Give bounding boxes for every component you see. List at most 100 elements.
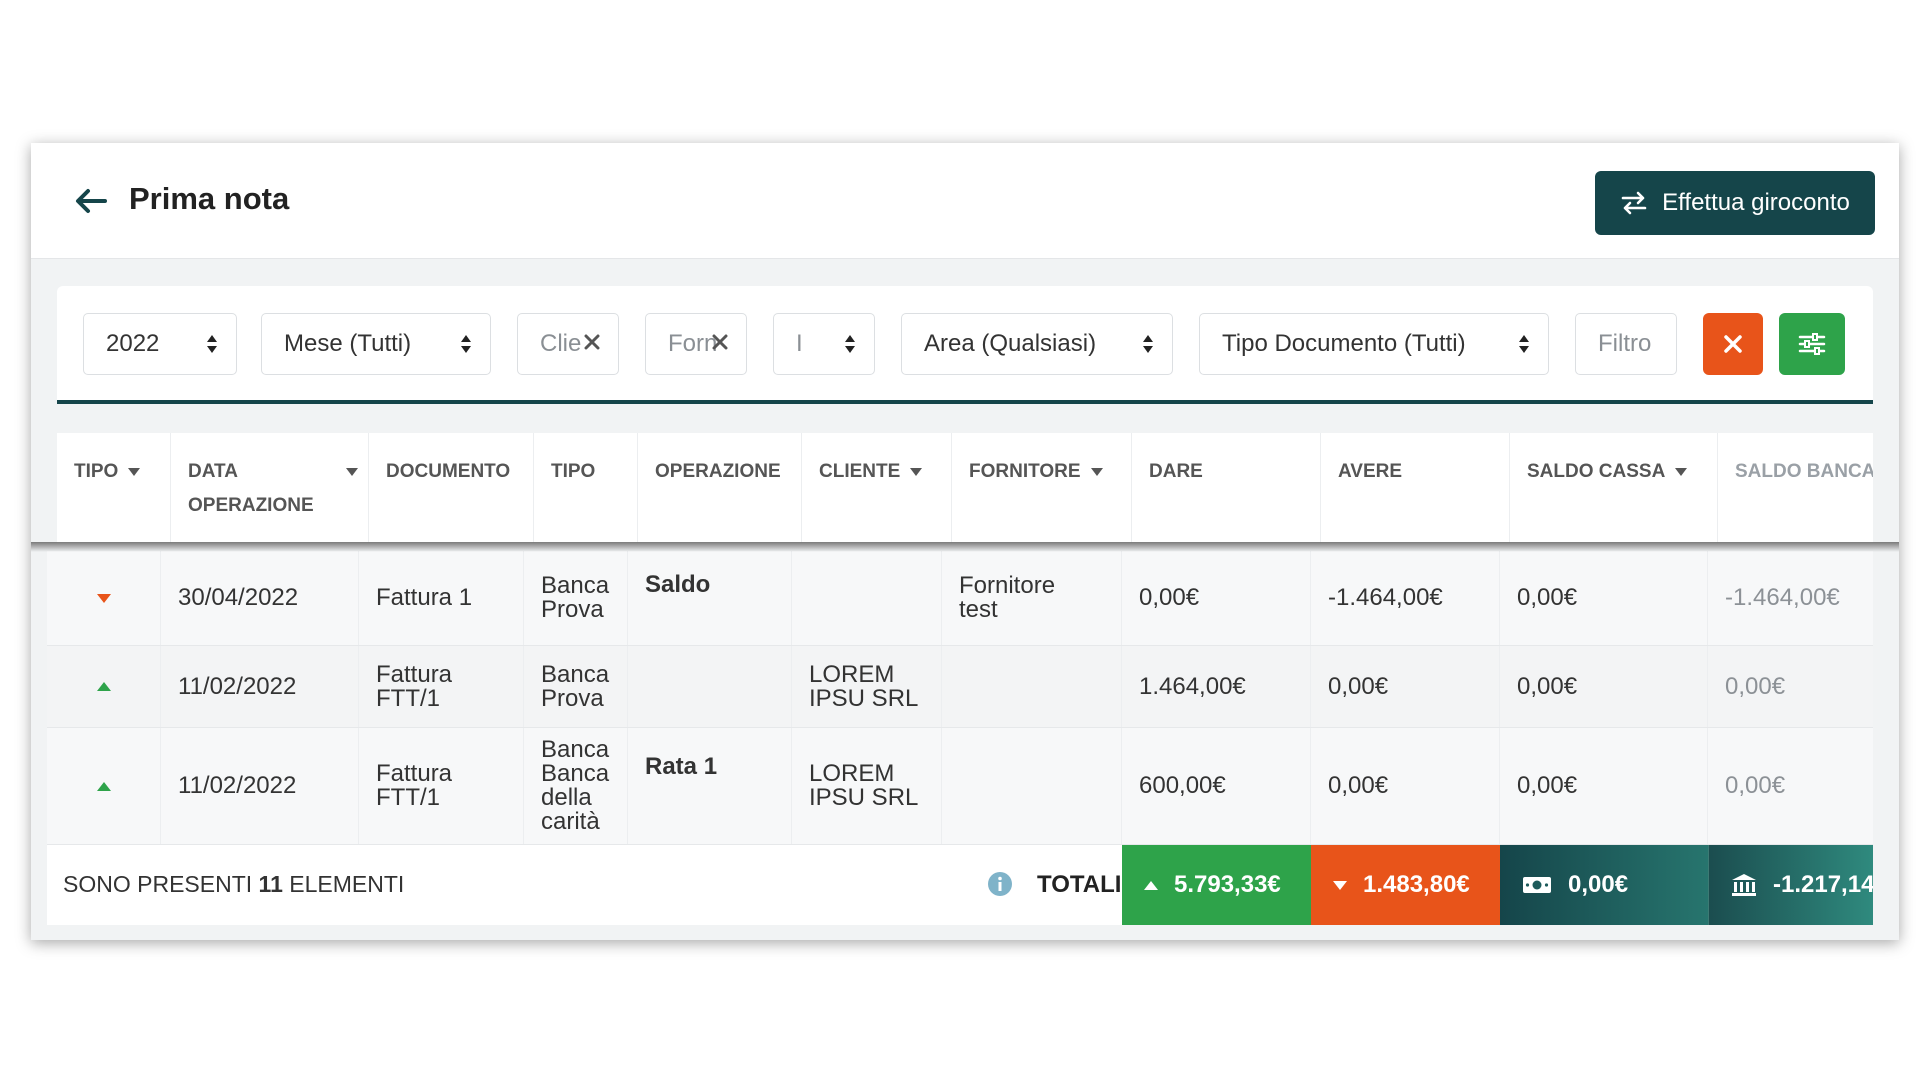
- column-label: OPERAZIONE: [655, 461, 781, 482]
- saldo-cassa-cell: 0,00€: [1500, 646, 1708, 727]
- caret-down-icon: [128, 467, 141, 476]
- caret-up-icon: [96, 781, 111, 791]
- col-operazione: OPERAZIONE: [638, 433, 802, 543]
- documento-line: Fattura: [376, 660, 453, 688]
- fornitore-line: Fornitore: [959, 572, 1056, 599]
- area-value: Area (Qualsiasi): [924, 330, 1097, 357]
- tipo-line: Banca: [541, 760, 610, 787]
- cliente-line: LOREM: [809, 660, 895, 688]
- saldo-cassa-cell: 0,00€: [1500, 551, 1708, 645]
- caret-up-icon: [1144, 880, 1158, 890]
- cash-icon: [1523, 877, 1551, 893]
- caret-down-icon: [1675, 467, 1688, 476]
- avere-cell: 0,00€: [1311, 728, 1500, 844]
- documento-line: Fattura: [376, 760, 453, 787]
- clear-filters-button[interactable]: [1703, 313, 1763, 375]
- total-dare: 5.793,33€: [1122, 845, 1311, 925]
- operazione-cell: Saldo: [628, 551, 792, 645]
- column-label-sub: OPERAZIONE: [188, 495, 314, 516]
- prima-nota-card: Prima nota Effettua giroconto 2022 Mese …: [31, 143, 1899, 940]
- tipo-line: Prova: [541, 596, 604, 623]
- avere-cell: -1.464,00€: [1311, 551, 1500, 645]
- avere-cell: 0,00€: [1311, 646, 1500, 727]
- saldo-cassa-cell: 0,00€: [1500, 728, 1708, 844]
- cliente-cell: LOREM IPSU SRL: [792, 646, 942, 727]
- clear-icon[interactable]: [584, 334, 600, 350]
- top-bar: Prima nota Effettua giroconto: [31, 143, 1899, 259]
- cliente-line: IPSU SRL: [809, 784, 919, 811]
- tipo-cell: Banca Prova: [524, 551, 628, 645]
- cliente-line: LOREM: [809, 760, 895, 787]
- tipo-line: Banca: [541, 736, 610, 763]
- tipo-documento-value: Tipo Documento (Tutti): [1222, 330, 1466, 357]
- tipo-documento-select[interactable]: Tipo Documento (Tutti): [1199, 313, 1549, 375]
- saldo-banca-cell: 0,00€: [1725, 772, 1786, 799]
- month-select[interactable]: Mese (Tutti): [261, 313, 491, 375]
- direction-cell: [47, 646, 161, 727]
- total-avere-value: 1.483,80€: [1363, 871, 1470, 898]
- page-title: Prima nota: [129, 181, 290, 216]
- direction-cell: [47, 551, 161, 645]
- info-icon[interactable]: [987, 871, 1013, 897]
- fornitore-filter-input[interactable]: Forn: [645, 313, 747, 375]
- tipo-line: Prova: [541, 684, 604, 712]
- column-label: CLIENTE: [819, 461, 901, 482]
- table-row[interactable]: 30/04/2022 Fattura 1 Banca Prova Saldo Fo…: [47, 551, 1873, 646]
- clear-icon[interactable]: [712, 334, 728, 350]
- cliente-filter-input[interactable]: Clie: [517, 313, 619, 375]
- total-cassa: 0,00€: [1500, 845, 1708, 925]
- sort-arrows-icon: [1519, 335, 1529, 353]
- month-value: Mese (Tutti): [284, 330, 412, 357]
- fornitore-cell: [942, 728, 1122, 844]
- year-select[interactable]: 2022: [83, 313, 237, 375]
- tipo-line: carità: [541, 808, 600, 835]
- tipo-cell: Banca Banca della carità: [524, 728, 628, 844]
- arrow-left-icon[interactable]: [73, 186, 107, 216]
- total-avere: 1.483,80€: [1311, 845, 1500, 925]
- sort-arrows-icon: [461, 335, 471, 353]
- filtro-input[interactable]: Filtro: [1575, 313, 1677, 375]
- table-header: TIPO DATA OPERAZIONE DOCUMENTO TIPO OPER…: [57, 433, 1873, 543]
- col-data-operazione[interactable]: DATA OPERAZIONE: [171, 433, 369, 543]
- documento-line: FTT/1: [376, 684, 440, 712]
- col-cliente[interactable]: CLIENTE: [802, 433, 952, 543]
- col-fornitore[interactable]: FORNITORE: [952, 433, 1132, 543]
- column-label: SALDO CASSA: [1527, 461, 1666, 482]
- documento-line: FTT/1: [376, 784, 440, 811]
- element-count: SONO PRESENTI 11 ELEMENTI: [63, 871, 404, 898]
- cliente-placeholder: Clie: [540, 330, 582, 357]
- area-select[interactable]: Area (Qualsiasi): [901, 313, 1173, 375]
- sort-arrows-icon: [207, 335, 217, 353]
- effettua-giroconto-button[interactable]: Effettua giroconto: [1595, 171, 1875, 235]
- col-tipo: TIPO: [534, 433, 638, 543]
- fornitore-placeholder: Forn: [668, 330, 718, 357]
- sliders-icon: [1798, 333, 1826, 355]
- count-prefix: SONO PRESENTI: [63, 871, 253, 897]
- table-row[interactable]: 11/02/2022 Fattura FTT/1 Banca Prova LOREM…: [47, 646, 1873, 728]
- year-value: 2022: [106, 330, 160, 357]
- column-label: DARE: [1149, 461, 1203, 482]
- column-label: AVERE: [1338, 461, 1403, 482]
- cliente-line: IPSU SRL: [809, 684, 919, 712]
- documento-text: Fattura 1: [376, 584, 473, 611]
- advanced-filters-button[interactable]: [1779, 313, 1845, 375]
- caret-down-icon: [1090, 467, 1103, 476]
- table-row[interactable]: 11/02/2022 Fattura FTT/1 Banca Banca della c…: [47, 728, 1873, 845]
- data-cell: 11/02/2022: [161, 728, 359, 844]
- small-select[interactable]: I: [773, 313, 875, 375]
- col-saldo-cassa[interactable]: SALDO CASSA: [1510, 433, 1718, 543]
- col-tipo-direzione[interactable]: TIPO: [57, 433, 171, 543]
- swap-arrows-icon: [1621, 191, 1647, 215]
- column-label: SALDO BANCA: [1735, 461, 1873, 482]
- operazione-cell: [628, 646, 792, 727]
- column-label: TIPO: [551, 461, 596, 482]
- cliente-cell: [792, 551, 942, 645]
- tipo-line: della: [541, 784, 592, 811]
- dare-cell: 600,00€: [1122, 728, 1311, 844]
- caret-up-icon: [96, 682, 111, 691]
- total-cassa-value: 0,00€: [1568, 871, 1629, 898]
- total-banca-value: -1.217,14: [1773, 871, 1873, 898]
- fornitore-cell: Fornitore test: [942, 551, 1122, 645]
- column-label: FORNITORE: [969, 461, 1081, 482]
- col-documento: DOCUMENTO: [369, 433, 534, 543]
